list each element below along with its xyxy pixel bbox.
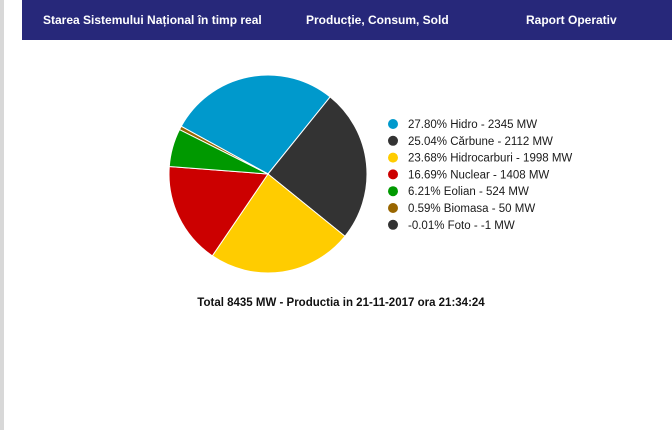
production-pie-chart: 27.80% Hidro - 2345 MW 25.04% Cărbune - 2…	[168, 74, 572, 274]
legend-label-6: -0.01% Foto - -1 MW	[408, 220, 515, 232]
legend-marker-4	[388, 186, 398, 197]
legend-marker-0	[388, 119, 398, 129]
legend-label-0: 27.80% Hidro - 2345 MW	[408, 119, 537, 131]
total-production-caption: Total 8435 MW - Productia in 21-11-2017 …	[197, 297, 485, 309]
pie-slices	[168, 74, 368, 274]
legend-marker-1	[388, 135, 398, 146]
legend-label-2: 23.68% Hidrocarburi - 1998 MW	[408, 153, 572, 165]
legend-marker-2	[388, 152, 398, 163]
legend-label-5: 0.59% Biomasa - 50 MW	[408, 203, 535, 215]
chart-legend: 27.80% Hidro - 2345 MW 25.04% Cărbune - 2…	[388, 119, 572, 232]
legend-marker-6	[388, 219, 398, 230]
legend-marker-3	[388, 169, 398, 180]
legend-label-1: 25.04% Cărbune - 2112 MW	[408, 136, 553, 148]
legend-marker-5	[388, 203, 398, 213]
legend-label-4: 6.21% Eolian - 524 MW	[408, 186, 529, 198]
legend-label-3: 16.69% Nuclear - 1408 MW	[408, 169, 549, 181]
